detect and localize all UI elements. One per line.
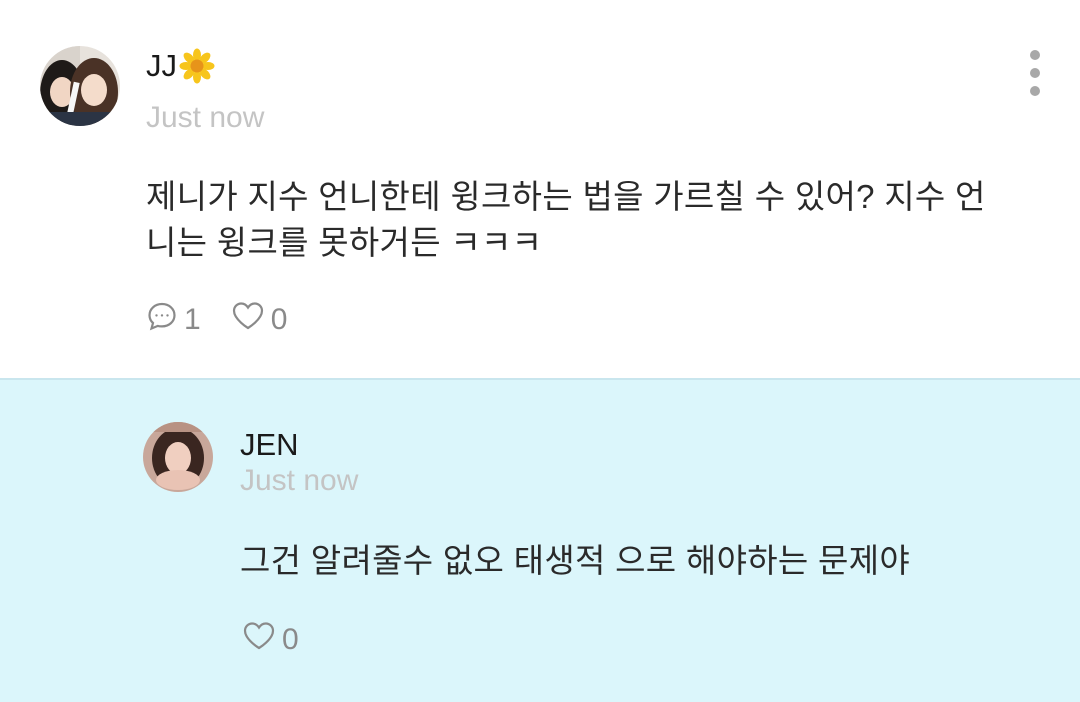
sunflower-icon — [179, 48, 215, 84]
post-text-line: 니는 윙크를 못하거든 ㅋㅋㅋ — [146, 224, 543, 261]
post-actions: 1 0 — [146, 300, 317, 340]
author-name-text: JJ — [146, 48, 177, 83]
post-text: 제니가 지수 언니한테 윙크하는 법을 가르칠 수 있어? 지수 언 니는 윙크… — [146, 174, 1046, 266]
heart-icon[interactable] — [231, 300, 265, 340]
author-avatar[interactable] — [40, 46, 120, 126]
reply-timestamp: Just now — [240, 464, 359, 497]
reply-author-name[interactable]: JEN — [240, 427, 299, 463]
main-post: JJ Just now 제니가 지수 언니한테 윙크하는 법을 가르칠 수 있어… — [0, 0, 1080, 378]
reply-actions: 0 — [242, 620, 329, 660]
post-timestamp: Just now — [146, 101, 265, 134]
like-count: 0 — [270, 303, 288, 336]
reply-like-count: 0 — [282, 623, 299, 656]
comment-icon[interactable] — [146, 300, 178, 340]
more-dot — [1030, 68, 1040, 78]
reply-comment: JEN Just now 그건 알려줄수 없오 태생적 으로 해야하는 문제야 … — [0, 380, 1080, 702]
heart-icon[interactable] — [242, 620, 276, 660]
reply-text: 그건 알려줄수 없오 태생적 으로 해야하는 문제야 — [240, 542, 911, 579]
reply-author-avatar[interactable] — [143, 422, 213, 492]
post-text-line: 제니가 지수 언니한테 윙크하는 법을 가르칠 수 있어? 지수 언 — [146, 178, 986, 215]
more-options-icon[interactable] — [1025, 50, 1045, 96]
more-dot — [1030, 50, 1040, 60]
more-dot — [1030, 86, 1040, 96]
comment-count: 1 — [184, 303, 201, 336]
author-name[interactable]: JJ — [146, 48, 215, 84]
